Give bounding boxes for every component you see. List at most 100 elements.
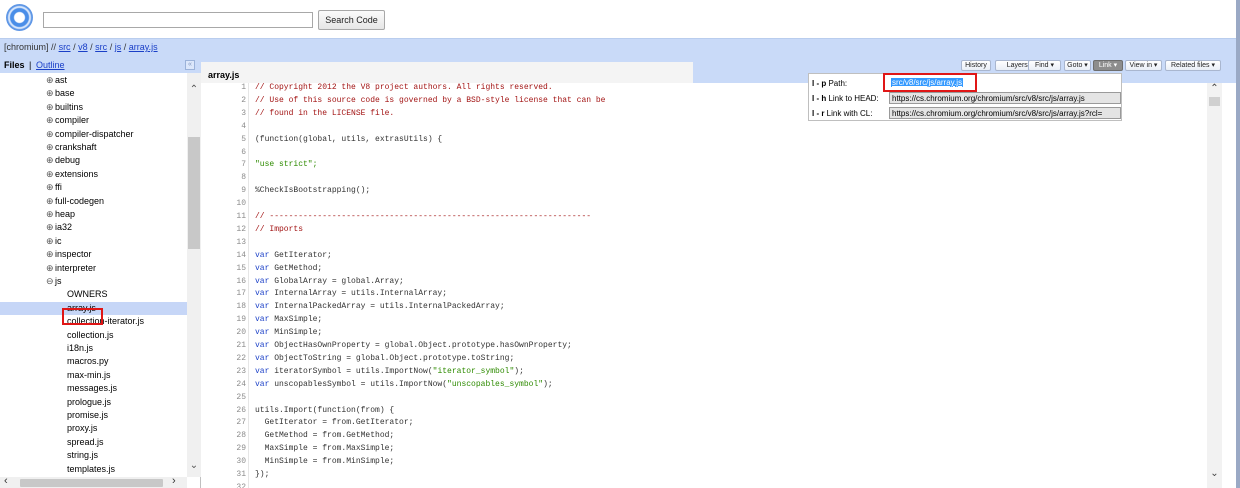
- link-value-field[interactable]: https://cs.chromium.org/chromium/src/v8/…: [889, 107, 1121, 119]
- line-number[interactable]: 26: [201, 406, 246, 415]
- outline-tab[interactable]: Outline: [36, 60, 65, 70]
- expand-icon[interactable]: ⊕: [46, 88, 54, 99]
- line-number[interactable]: 13: [201, 238, 246, 247]
- line-number[interactable]: 23: [201, 367, 246, 376]
- tree-item[interactable]: ⊕ compiler-dispatcher: [0, 128, 187, 141]
- tree-item[interactable]: ⊕ builtins: [0, 101, 187, 114]
- toolbar-button-history[interactable]: History: [961, 60, 991, 71]
- scrollbar-thumb[interactable]: [1209, 97, 1220, 106]
- tree-item[interactable]: collection.js: [0, 329, 187, 342]
- line-number[interactable]: 11: [201, 212, 246, 221]
- files-tab[interactable]: Files: [4, 60, 25, 70]
- tree-item[interactable]: macros.py: [0, 355, 187, 368]
- toolbar-button-viewin[interactable]: View in ▾: [1125, 60, 1162, 71]
- tree-item[interactable]: ⊕ inspector: [0, 248, 187, 261]
- line-number[interactable]: 12: [201, 225, 246, 234]
- line-number[interactable]: 15: [201, 264, 246, 273]
- line-number[interactable]: 25: [201, 393, 246, 402]
- expand-icon[interactable]: ⊕: [46, 196, 54, 207]
- tree-item[interactable]: ⊕ base: [0, 87, 187, 100]
- tree-item[interactable]: ⊕ crankshaft: [0, 141, 187, 154]
- toolbar-button-relatedfiles[interactable]: Related files ▾: [1165, 60, 1221, 71]
- expand-icon[interactable]: ⊕: [46, 263, 54, 274]
- tree-item[interactable]: OWNERS: [0, 288, 187, 301]
- line-number[interactable]: 18: [201, 302, 246, 311]
- tree-item[interactable]: ⊕ extensions: [0, 168, 187, 181]
- tree-item[interactable]: ⊕ ffi: [0, 181, 187, 194]
- breadcrumb-src[interactable]: src: [59, 42, 71, 52]
- breadcrumb-file[interactable]: array.js: [129, 42, 158, 52]
- expand-icon[interactable]: ⊕: [46, 155, 54, 166]
- expand-icon[interactable]: ⊕: [46, 142, 54, 153]
- expand-icon[interactable]: ⊕: [46, 169, 54, 180]
- expand-icon[interactable]: ⊕: [46, 209, 54, 220]
- line-number[interactable]: 24: [201, 380, 246, 389]
- tree-item[interactable]: ⊕ ia32: [0, 221, 187, 234]
- line-number[interactable]: 7: [201, 160, 246, 169]
- tree-item[interactable]: proxy.js: [0, 422, 187, 435]
- line-number[interactable]: 17: [201, 289, 246, 298]
- link-value-field[interactable]: https://cs.chromium.org/chromium/src/v8/…: [889, 92, 1121, 104]
- expand-icon[interactable]: ⊕: [46, 236, 54, 247]
- search-code-button[interactable]: Search Code: [318, 10, 385, 30]
- scroll-down-icon[interactable]: ⌄: [1207, 468, 1222, 479]
- tree-item[interactable]: ⊕ debug: [0, 154, 187, 167]
- collapse-icon[interactable]: ⊖: [46, 276, 54, 287]
- tree-item[interactable]: ⊕ ast: [0, 74, 187, 87]
- tree-item[interactable]: prologue.js: [0, 396, 187, 409]
- line-number[interactable]: 14: [201, 251, 246, 260]
- line-number[interactable]: 32: [201, 483, 246, 488]
- hscrollbar-thumb[interactable]: [20, 479, 163, 487]
- scroll-down-icon[interactable]: ⌄: [187, 459, 201, 473]
- scroll-left-icon[interactable]: ‹: [4, 475, 8, 487]
- tree-item[interactable]: ⊖ js: [0, 275, 187, 288]
- expand-icon[interactable]: ⊕: [46, 115, 54, 126]
- line-number[interactable]: 20: [201, 328, 246, 337]
- tree-item[interactable]: string.js: [0, 449, 187, 462]
- breadcrumb-v8[interactable]: v8: [78, 42, 88, 52]
- code-scrollbar[interactable]: ⌃ ⌄: [1207, 83, 1222, 488]
- tree-item[interactable]: i18n.js: [0, 342, 187, 355]
- search-input[interactable]: [43, 12, 313, 28]
- file-tree-hscrollbar[interactable]: ‹ ›: [0, 475, 187, 488]
- line-number[interactable]: 30: [201, 457, 246, 466]
- line-number[interactable]: 28: [201, 431, 246, 440]
- scrollbar-thumb[interactable]: [188, 137, 200, 249]
- line-number[interactable]: 8: [201, 173, 246, 182]
- line-number[interactable]: 6: [201, 148, 246, 157]
- tree-item[interactable]: templates.js: [0, 463, 187, 476]
- expand-icon[interactable]: ⊕: [46, 249, 54, 260]
- line-number[interactable]: 19: [201, 315, 246, 324]
- line-number[interactable]: 21: [201, 341, 246, 350]
- chromium-logo-icon[interactable]: [6, 4, 33, 31]
- breadcrumb-src2[interactable]: src: [95, 42, 107, 52]
- toolbar-button-goto[interactable]: Goto ▾: [1064, 60, 1091, 71]
- line-number[interactable]: 29: [201, 444, 246, 453]
- scroll-up-icon[interactable]: ⌃: [187, 83, 201, 97]
- file-tree-scrollbar[interactable]: ⌃ ⌄: [187, 73, 201, 477]
- line-number[interactable]: 10: [201, 199, 246, 208]
- source-code-view[interactable]: 1 // Copyright 2012 the V8 project author…: [201, 83, 1209, 488]
- expand-icon[interactable]: ⊕: [46, 75, 54, 86]
- tree-item[interactable]: ⊕ compiler: [0, 114, 187, 127]
- line-number[interactable]: 4: [201, 122, 246, 131]
- collapse-panel-icon[interactable]: «: [185, 60, 195, 70]
- tree-item[interactable]: ⊕ ic: [0, 235, 187, 248]
- tree-item[interactable]: ⊕ interpreter: [0, 262, 187, 275]
- expand-icon[interactable]: ⊕: [46, 182, 54, 193]
- line-number[interactable]: 2: [201, 96, 246, 105]
- line-number[interactable]: 3: [201, 109, 246, 118]
- scroll-right-icon[interactable]: ›: [172, 475, 176, 487]
- tree-item[interactable]: messages.js: [0, 382, 187, 395]
- toolbar-button-link[interactable]: Link ▾: [1093, 60, 1123, 71]
- line-number[interactable]: 22: [201, 354, 246, 363]
- expand-icon[interactable]: ⊕: [46, 102, 54, 113]
- tree-item[interactable]: max-min.js: [0, 369, 187, 382]
- tree-item[interactable]: ⊕ heap: [0, 208, 187, 221]
- line-number[interactable]: 1: [201, 83, 246, 92]
- scroll-up-icon[interactable]: ⌃: [1207, 83, 1222, 94]
- tree-item[interactable]: ⊕ full-codegen: [0, 195, 187, 208]
- line-number[interactable]: 5: [201, 135, 246, 144]
- tree-item[interactable]: promise.js: [0, 409, 187, 422]
- tree-item[interactable]: spread.js: [0, 436, 187, 449]
